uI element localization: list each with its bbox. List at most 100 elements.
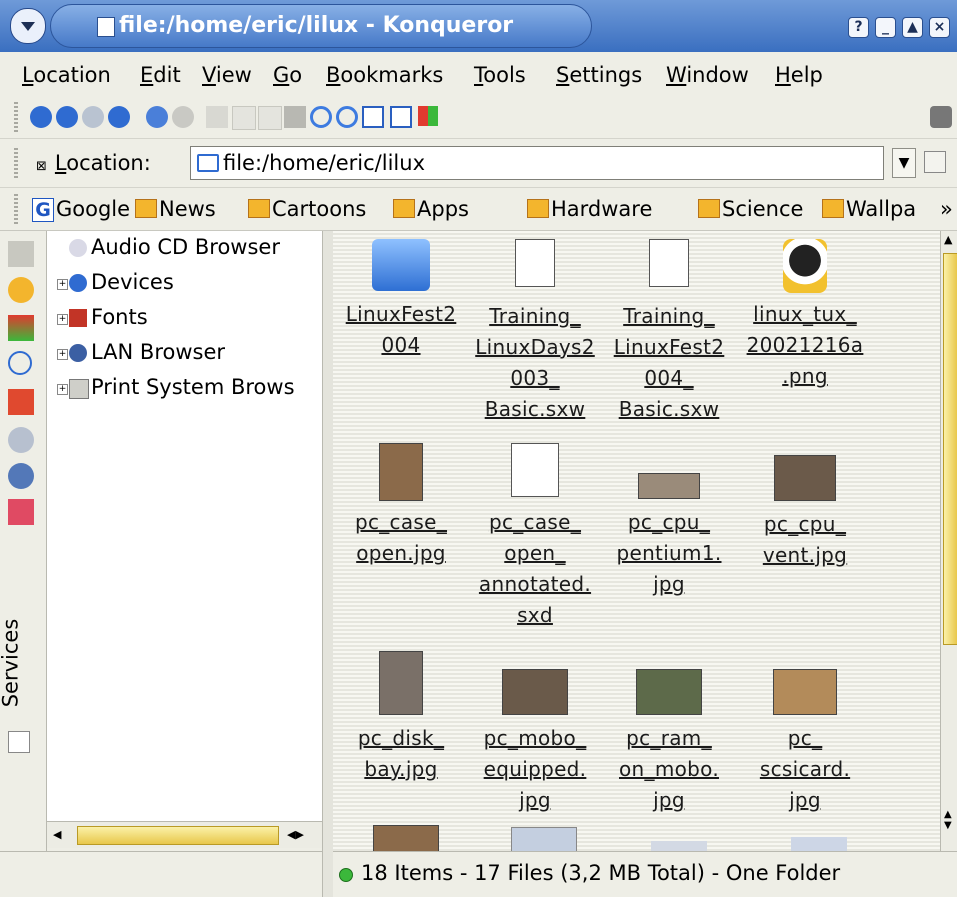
expand-icon[interactable]: + [57, 349, 68, 360]
expand-icon[interactable]: + [57, 279, 68, 290]
fonts-icon [69, 309, 87, 327]
window-menu-button[interactable] [10, 8, 46, 44]
menu-help[interactable]: Help [775, 63, 823, 87]
menu-view[interactable]: View [202, 63, 252, 87]
minimize-icon[interactable]: _ [875, 17, 896, 38]
sidebar-history-icon[interactable] [8, 315, 34, 341]
bookmark-news[interactable]: News [135, 197, 216, 221]
menu-bookmarks[interactable]: Bookmarks [326, 63, 443, 87]
file-item[interactable]: pc_disk_ bay.jpg [333, 651, 471, 785]
sidebar-notes-icon[interactable] [8, 731, 30, 753]
up-icon[interactable] [30, 106, 52, 128]
sidebar-config-icon[interactable] [8, 241, 34, 267]
file-item[interactable]: Training_ LinuxFest2 004_ Basic.sxw [599, 239, 739, 425]
throbber-gear-icon [930, 106, 952, 128]
sidebar-network-icon[interactable] [8, 427, 34, 453]
folder-icon [372, 239, 430, 291]
image-thumbnail-icon[interactable] [791, 837, 847, 851]
menu-edit[interactable]: Edit [140, 63, 181, 87]
menu-tools[interactable]: Tools [474, 63, 526, 87]
close-icon[interactable]: × [929, 17, 950, 38]
tree-horizontal-scrollbar[interactable]: ◀ ◀▶ [47, 821, 322, 848]
writer-document-icon [649, 239, 689, 287]
menu-window[interactable]: Window [666, 63, 749, 87]
print-icon[interactable] [284, 106, 306, 128]
tux-thumbnail-icon [783, 239, 827, 293]
maximize-icon[interactable]: ▲ [902, 17, 923, 38]
menu-settings[interactable]: Settings [556, 63, 642, 87]
sidebar-clock-icon[interactable] [8, 351, 32, 375]
location-folder-icon [197, 154, 219, 172]
cut-icon[interactable] [206, 106, 228, 128]
zoom-out-icon[interactable] [336, 106, 358, 128]
help-icon[interactable]: ? [848, 17, 869, 38]
sidebar-home-icon[interactable] [8, 389, 34, 415]
reload-icon[interactable] [146, 106, 168, 128]
icon-view-icon[interactable] [362, 106, 384, 128]
image-thumbnail-icon[interactable] [511, 827, 577, 851]
sidebar-lan-icon[interactable] [8, 463, 34, 489]
tree-scroll-thumb[interactable] [77, 826, 279, 845]
sidebar-services-tab[interactable]: Services [0, 619, 22, 708]
bookmark-wallpa[interactable]: Wallpa [822, 197, 916, 221]
sidebar-root-folder-icon[interactable] [8, 499, 34, 525]
file-item[interactable]: pc_ scsicard. jpg [735, 651, 875, 816]
bookmark-apps[interactable]: Apps [393, 197, 469, 221]
scroll-arrows-icon[interactable]: ▲ ▼ [944, 809, 952, 831]
location-dropdown-button[interactable]: ▼ [892, 148, 916, 178]
zoom-in-icon[interactable] [310, 106, 332, 128]
file-item[interactable]: pc_case_ open_ annotated. sxd [465, 443, 605, 631]
file-item[interactable]: LinuxFest2 004 [333, 239, 471, 361]
file-item[interactable]: pc_ram_ on_mobo. jpg [599, 651, 739, 816]
scroll-arrows-icon[interactable]: ◀▶ [287, 828, 304, 841]
file-item[interactable]: pc_case_ open.jpg [333, 443, 471, 569]
forward-icon[interactable] [82, 106, 104, 128]
scroll-up-icon[interactable]: ▲ [944, 233, 952, 246]
writer-document-icon [515, 239, 555, 287]
bookmark-cartoons[interactable]: Cartoons [248, 197, 366, 221]
file-item[interactable]: pc_mobo_ equipped. jpg [465, 651, 605, 816]
file-view-scroll-thumb[interactable] [943, 253, 957, 645]
scroll-left-icon[interactable]: ◀ [53, 828, 61, 841]
clear-location-icon[interactable] [924, 151, 946, 173]
bookmark-hardware[interactable]: Hardware [527, 197, 652, 221]
photo-thumbnail-icon [773, 669, 837, 715]
bookmark-science[interactable]: Science [698, 197, 803, 221]
multicolumn-view-icon[interactable] [418, 106, 438, 126]
location-field[interactable] [190, 146, 884, 180]
stop-icon[interactable] [172, 106, 194, 128]
bookmark-folder-icon [527, 199, 549, 218]
detail-view-icon[interactable] [390, 106, 412, 128]
expand-icon[interactable]: + [57, 314, 68, 325]
location-input[interactable] [221, 150, 865, 176]
file-view-vertical-scrollbar[interactable]: ▲ ▲ ▼ [940, 231, 957, 851]
bookmark-google[interactable]: G Google [32, 197, 130, 222]
menu-go[interactable]: Go [273, 63, 302, 87]
bookmark-grip[interactable] [14, 194, 18, 224]
photo-thumbnail-icon[interactable] [373, 825, 439, 851]
home-icon[interactable] [108, 106, 130, 128]
expand-icon[interactable]: + [57, 384, 68, 395]
location-grip[interactable] [14, 148, 18, 178]
photo-thumbnail-icon [502, 669, 568, 715]
status-light-icon [339, 868, 353, 882]
lan-icon [69, 344, 87, 362]
file-item[interactable]: pc_cpu_ vent.jpg [735, 443, 875, 571]
toolbar-grip[interactable] [14, 102, 18, 132]
image-thumbnail-icon[interactable] [651, 841, 707, 851]
status-bar: 18 Items - 17 Files (3,2 MB Total) - One… [333, 851, 957, 897]
title-bar[interactable]: file:/home/eric/lilux - Konqueror ? _ ▲ … [0, 0, 957, 52]
paste-icon[interactable] [258, 106, 282, 130]
file-item[interactable]: linux_tux_ 20021216a .png [735, 239, 875, 392]
devices-icon [69, 274, 87, 292]
title-pill: file:/home/eric/lilux - Konqueror [50, 4, 592, 48]
main-toolbar [0, 96, 957, 139]
file-item[interactable]: Training_ LinuxDays2 003_ Basic.sxw [465, 239, 605, 425]
back-icon[interactable] [56, 106, 78, 128]
copy-icon[interactable] [232, 106, 256, 130]
audio-cd-icon [69, 239, 87, 257]
menu-location[interactable]: Location [22, 63, 111, 87]
sidebar-bookmarks-icon[interactable] [8, 277, 34, 303]
bookmark-overflow-button[interactable]: » [940, 197, 953, 221]
file-item[interactable]: pc_cpu_ pentium1. jpg [599, 443, 739, 600]
